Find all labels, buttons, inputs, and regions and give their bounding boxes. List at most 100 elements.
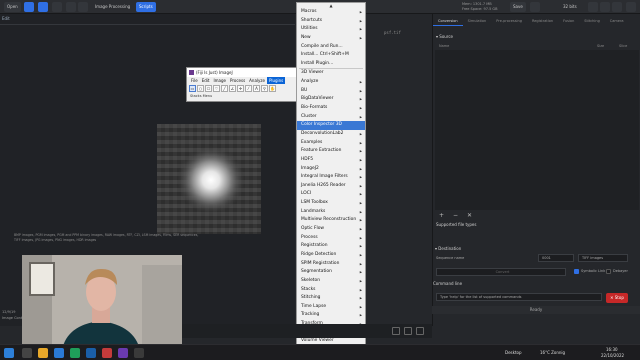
home-icon[interactable] (38, 2, 48, 12)
source-file-list[interactable] (435, 50, 639, 210)
plugins-menu-item[interactable]: DeconvolutionLab2 ▶ (297, 130, 365, 139)
line-tool-icon[interactable]: ╱ (221, 85, 228, 92)
plugins-menu-item[interactable]: LOCI ▶ (297, 190, 365, 199)
bit-depth-dropdown[interactable]: 32 bits (560, 2, 580, 12)
polygon-tool-icon[interactable]: ⬠ (205, 85, 212, 92)
plugins-menu-item[interactable]: Compile and Run... (297, 43, 365, 52)
plugins-menu-item[interactable]: Skeleton ▶ (297, 277, 365, 286)
imagej-titlebar[interactable]: (Fiji Is Just) ImageJ X (187, 68, 309, 77)
panel-icon[interactable] (588, 2, 598, 12)
stop-button[interactable]: ✕ Stop (606, 293, 628, 303)
menu-icon[interactable] (24, 2, 34, 12)
tab-fusion[interactable]: Fusion (558, 16, 579, 26)
minimize-icon[interactable] (600, 2, 610, 12)
search-icon[interactable] (22, 348, 32, 358)
hand-tool-icon[interactable]: ✋ (269, 85, 276, 92)
start-icon[interactable] (4, 348, 14, 358)
freehand-tool-icon[interactable]: ♡ (213, 85, 220, 92)
left-tab[interactable]: Edit (2, 16, 10, 21)
desktop-label[interactable]: Desktop (505, 350, 522, 356)
tool-icon-1[interactable] (392, 327, 400, 335)
plugins-menu-item[interactable]: New ▶ (297, 34, 365, 43)
plugins-menu-item[interactable]: LSM Toolbox ▶ (297, 199, 365, 208)
menu-file[interactable]: File (189, 77, 200, 84)
plugins-menu-item[interactable]: Cluster ▶ (297, 113, 365, 122)
text-tool-icon[interactable]: A (253, 85, 260, 92)
menu-edit[interactable]: Edit (200, 77, 212, 84)
maximize-icon[interactable] (612, 2, 622, 12)
tab-simulation[interactable]: Simulation (463, 16, 492, 26)
plugins-menu-item[interactable]: BigDataViewer ▶ (297, 95, 365, 104)
plugins-menu-item[interactable]: Shortcuts ▶ (297, 17, 365, 26)
clear-files-icon[interactable]: ✕ (467, 212, 472, 219)
app-icon-3[interactable] (118, 348, 128, 358)
plugins-menu-item[interactable]: Bio-Formats ▶ (297, 104, 365, 113)
tool-icon-2[interactable] (404, 327, 412, 335)
angle-tool-icon[interactable]: ∠ (229, 85, 236, 92)
redo-icon[interactable] (78, 2, 88, 12)
save-button[interactable]: Save (510, 2, 526, 12)
plugins-menu-item[interactable]: Landmarks ▶ (297, 208, 365, 217)
plugins-menu-item[interactable]: Registration ▶ (297, 242, 365, 251)
image-processing-dropdown[interactable]: Image Processing (92, 2, 133, 12)
tab-camera[interactable]: Camera (605, 16, 629, 26)
app-icon-1[interactable] (86, 348, 96, 358)
convert-button[interactable]: Convert (436, 268, 566, 276)
tab-conversion[interactable]: Conversion (433, 16, 463, 26)
menu-analyze[interactable]: Analyze (247, 77, 267, 84)
remove-file-icon[interactable]: − (453, 212, 458, 219)
add-file-icon[interactable]: + (439, 212, 444, 219)
weather-widget[interactable]: 16°C Zonnig (540, 350, 565, 356)
wand-tool-icon[interactable]: ⁄ (245, 85, 252, 92)
plugins-menu-item[interactable]: Macros ▶ (297, 8, 365, 17)
plugins-menu-item[interactable]: Janelia H265 Reader ▶ (297, 182, 365, 191)
rectangle-tool-icon[interactable]: ▭ (189, 85, 196, 92)
plugins-menu-item[interactable]: Process ▶ (297, 234, 365, 243)
plugins-menu-item[interactable]: Multiview Reconstruction ▶ (297, 216, 365, 225)
plugins-menu-item[interactable]: Integral Image Filters ▶ (297, 173, 365, 182)
plugins-menu-item[interactable]: HDF5 ▶ (297, 156, 365, 165)
tab-stitching[interactable]: Stitching (579, 16, 605, 26)
plugins-menu-item[interactable]: ImageJ2 ▶ (297, 165, 365, 174)
app-icon-4[interactable] (134, 348, 144, 358)
plugins-menu-item[interactable]: Install... Ctrl+Shift+M (297, 51, 365, 60)
oval-tool-icon[interactable]: ○ (197, 85, 204, 92)
symbolic-link-checkbox[interactable] (574, 269, 579, 274)
plugins-menu-item[interactable]: Examples ▶ (297, 139, 365, 148)
capture-icon[interactable] (530, 2, 540, 12)
point-tool-icon[interactable]: ✛ (237, 85, 244, 92)
plugins-menu-item[interactable]: BU ▶ (297, 87, 365, 96)
app-icon-2[interactable] (102, 348, 112, 358)
debayer-checkbox[interactable] (606, 269, 611, 274)
zoom-tool-icon[interactable]: ⚲ (261, 85, 268, 92)
plugins-menu-item[interactable]: Ridge Detection ▶ (297, 251, 365, 260)
file-explorer-icon[interactable] (38, 348, 48, 358)
tab-preprocessing[interactable]: Pre-processing (491, 16, 527, 26)
command-input[interactable]: Type 'help' for the list of supported co… (436, 293, 602, 301)
plugins-menu-item[interactable]: Segmentation ▶ (297, 268, 365, 277)
menu-plugins[interactable]: Plugins (266, 77, 286, 84)
plugins-menu-item[interactable]: Feature Extraction ▶ (297, 147, 365, 156)
browser-icon[interactable] (70, 348, 80, 358)
psf-image[interactable] (157, 124, 261, 234)
menu-image[interactable]: Image (211, 77, 228, 84)
tool-icon-3[interactable] (416, 327, 424, 335)
plugins-menu-item[interactable]: Tracking ▶ (297, 311, 365, 320)
plugins-menu-item[interactable]: Utilities ▶ (297, 25, 365, 34)
tab-registration[interactable]: Registration (527, 16, 558, 26)
close-icon[interactable] (626, 2, 636, 12)
plugins-menu-item[interactable]: Stacks ▶ (297, 286, 365, 295)
open-button[interactable]: Open (4, 2, 21, 12)
plugins-menu-item[interactable]: Install Plugin... (297, 60, 365, 69)
format-select[interactable]: TIFF images (578, 254, 628, 262)
undo-icon[interactable] (66, 2, 76, 12)
plugins-menu-item[interactable]: Stitching ▶ (297, 294, 365, 303)
plugins-menu-item[interactable]: Analyze ▶ (297, 78, 365, 87)
plugins-menu-item[interactable]: Time Lapse ▶ (297, 303, 365, 312)
scripts-dropdown[interactable]: Scripts (136, 2, 156, 12)
settings-icon[interactable] (52, 2, 62, 12)
mail-icon[interactable] (54, 348, 64, 358)
plugins-menu-item[interactable]: Optic Flow ▶ (297, 225, 365, 234)
clock-date[interactable]: 22/10/2022 (601, 353, 624, 359)
sequence-name-input[interactable]: 0001 (538, 254, 574, 262)
